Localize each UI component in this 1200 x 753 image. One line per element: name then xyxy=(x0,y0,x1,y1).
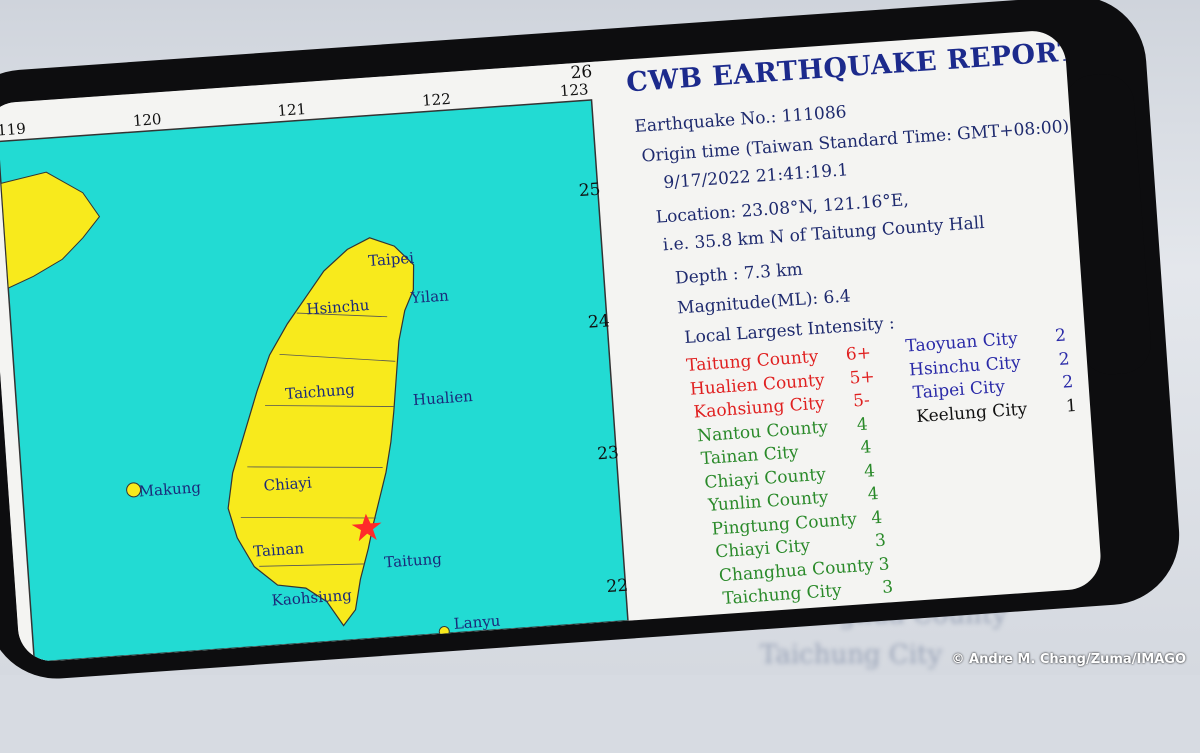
lon-tick-120: 120 xyxy=(132,110,162,130)
intensity-place: Keelung City xyxy=(915,398,1028,427)
intensity-place: Chiayi City xyxy=(714,535,811,563)
intensity-level: 3 xyxy=(874,530,887,552)
intensity-place: Hsinchu City xyxy=(908,352,1022,380)
intensity-level: 2 xyxy=(1061,372,1074,393)
lon-tick-121: 121 xyxy=(277,100,307,120)
magnitude: Magnitude(ML): 6.4 xyxy=(676,286,852,319)
depth: Depth : 7.3 km xyxy=(674,259,804,289)
intensity-level: 3 xyxy=(877,553,891,575)
earthquake-report: CWB EARTHQUAKE REPORT Earthquake No.: 11… xyxy=(620,29,1103,619)
intensity-level: 2 xyxy=(1054,325,1067,347)
lat-tick-25: 25 xyxy=(578,179,602,202)
intensity-level: 5- xyxy=(852,390,871,412)
label-lanyu: Lanyu xyxy=(453,612,501,633)
intensity-place: Taichung City xyxy=(721,580,843,610)
intensity-place: Nantou County xyxy=(696,416,829,446)
lat-tick-26: 26 xyxy=(569,61,593,84)
lat-tick-23: 23 xyxy=(596,442,620,465)
intensity-level: 5+ xyxy=(848,366,876,389)
intensity-level: 4 xyxy=(870,507,883,528)
origin-time: 9/17/2022 21:41:19.1 xyxy=(662,160,849,194)
label-yilan: Yilan xyxy=(409,286,449,307)
intensity-level: 1 xyxy=(1065,395,1078,417)
smartphone: 119 120 121 122 123 Taipei Yilan Hsinchu… xyxy=(0,0,1200,753)
phone-screen: 119 120 121 122 123 Taipei Yilan Hsinchu… xyxy=(0,28,1103,664)
intensity-level: 4 xyxy=(859,437,872,459)
intensity-place: Taipei City xyxy=(912,376,1006,404)
intensity-level: 4 xyxy=(867,483,880,505)
intensity-level: 3 xyxy=(881,577,894,598)
photo-credit: © Andre M. Chang/Zuma/IMAGO xyxy=(951,652,1186,667)
label-chiayi: Chiayi xyxy=(263,473,312,494)
intensity-place: Tainan City xyxy=(700,442,800,470)
earthquake-number: Earthquake No.: 111086 xyxy=(633,102,848,138)
lat-tick-22: 22 xyxy=(605,575,629,598)
label-tainan: Tainan xyxy=(253,539,305,561)
intensity-level: 6+ xyxy=(845,343,872,365)
label-taipei: Taipei xyxy=(368,249,415,270)
intensity-level: 4 xyxy=(863,460,876,482)
lon-tick-122: 122 xyxy=(422,90,452,110)
lon-tick-119: 119 xyxy=(0,120,26,140)
earthquake-map: 119 120 121 122 123 Taipei Yilan Hsinchu… xyxy=(0,61,639,664)
intensity-level: 4 xyxy=(856,414,869,435)
intensity-level: 2 xyxy=(1058,348,1071,370)
lat-tick-24: 24 xyxy=(587,311,611,333)
